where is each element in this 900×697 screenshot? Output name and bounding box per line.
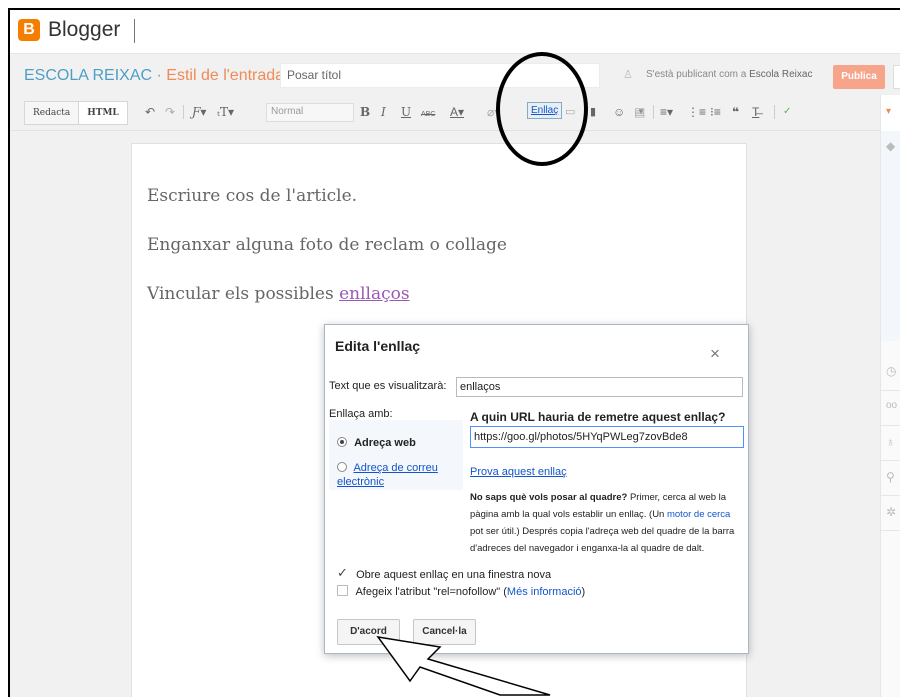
- body-paragraph-with-link: Vincular els possibles enllaços: [147, 284, 410, 304]
- label-tag-icon[interactable]: ◆: [886, 139, 895, 153]
- gear-icon[interactable]: ✲: [886, 505, 896, 519]
- help-text: No saps què vols posar al quadre? Primer…: [470, 489, 744, 557]
- post-settings-panel: ▾ ◆ ◷ oo ♁ ⚲ ✲: [880, 95, 900, 697]
- body-link[interactable]: enllaços: [339, 284, 410, 304]
- link-paragraph-text: Vincular els possibles: [147, 284, 340, 304]
- radio-button[interactable]: [337, 437, 347, 447]
- panel-divider: [881, 460, 900, 461]
- italic-icon[interactable]: I: [381, 104, 386, 120]
- blog-name-link[interactable]: ESCOLA REIXAC: [24, 67, 152, 84]
- bold-icon[interactable]: B: [360, 104, 370, 120]
- quote-icon[interactable]: ❝: [732, 104, 739, 120]
- nofollow-label: Afegeix l'atribut "rel=nofollow" (: [355, 586, 507, 598]
- post-title-bar: ESCOLA REIXAC · Estil de l'entrada Posar…: [10, 55, 900, 95]
- location-pin-icon[interactable]: ♁: [886, 435, 895, 449]
- body-paragraph: Enganxar alguna foto de reclam o collage: [147, 235, 507, 255]
- toolbar-divider: [653, 105, 654, 119]
- app-window: B Blogger ESCOLA REIXAC · Estil de l'ent…: [8, 8, 900, 697]
- text-color-icon[interactable]: A▾: [450, 104, 464, 120]
- redo-icon[interactable]: ↷: [165, 104, 175, 120]
- save-button[interactable]: [893, 65, 900, 89]
- undo-icon[interactable]: ↶: [145, 104, 155, 120]
- brand-divider: [134, 19, 135, 43]
- panel-divider: [881, 495, 900, 496]
- search-icon[interactable]: ⚲: [886, 470, 895, 484]
- panel-divider: [881, 530, 900, 531]
- help-text-part: pot ser útil.) Després copia l'adreça we…: [470, 526, 735, 554]
- highlight-circle: [496, 52, 588, 166]
- format-select-value: Normal: [271, 106, 304, 117]
- blogger-logo-icon[interactable]: B: [18, 19, 40, 41]
- format-select[interactable]: Normal ▼: [266, 103, 645, 122]
- url-input[interactable]: https://goo.gl/photos/5HYqPWLeg7zovBde8: [470, 426, 744, 448]
- person-icon: ♙: [623, 69, 633, 81]
- pointer-arrow-icon: [376, 635, 551, 696]
- search-engine-link[interactable]: motor de cerca: [667, 509, 730, 520]
- panel-divider: [881, 390, 900, 391]
- toolbar-divider: [183, 105, 184, 119]
- spellcheck-icon[interactable]: ✓: [783, 104, 791, 120]
- link-icon[interactable]: oo: [886, 400, 897, 411]
- mode-tabs: Redacta HTML: [24, 101, 128, 125]
- underline-icon[interactable]: U: [401, 104, 411, 120]
- post-edit-label: Estil de l'entrada: [166, 67, 285, 84]
- dialog-title: Edita l'enllaç: [335, 338, 421, 354]
- option-web-address[interactable]: Adreça web: [337, 437, 416, 449]
- option-email-address[interactable]: Adreça de correu electrònic: [337, 461, 457, 489]
- breadcrumb-separator: ·: [156, 67, 162, 84]
- video-icon[interactable]: ▮: [590, 104, 596, 120]
- body-paragraph: Escriure cos de l'article.: [147, 186, 358, 206]
- publishing-as-prefix: S'està publicant com a: [646, 69, 747, 80]
- nofollow-option[interactable]: Afegeix l'atribut "rel=nofollow" (Més in…: [337, 585, 585, 598]
- tab-compose[interactable]: Redacta: [24, 101, 80, 125]
- strikethrough-icon[interactable]: ABC: [421, 107, 435, 123]
- editor-toolbar: Redacta HTML ↶ ↷ Ƒ▾ ₜT▾ Normal ▼ B I U A…: [10, 95, 880, 131]
- radio-button[interactable]: [337, 462, 347, 472]
- new-window-label: Obre aquest enllaç en una finestra nova: [356, 569, 552, 581]
- new-window-checkbox[interactable]: [337, 565, 348, 581]
- url-heading: A quin URL hauria de remetre aquest enll…: [470, 410, 726, 424]
- numbered-list-icon[interactable]: ⋮≡: [687, 104, 706, 120]
- nofollow-checkbox[interactable]: [337, 585, 348, 596]
- emoji-icon[interactable]: ☺: [613, 104, 625, 120]
- test-link[interactable]: Prova aquest enllaç: [470, 466, 567, 478]
- brand-name: Blogger: [48, 18, 121, 41]
- edit-link-dialog: Edita l'enllaç × Text que es visualitzar…: [324, 324, 749, 654]
- display-text-input[interactable]: enllaços: [456, 377, 743, 397]
- font-size-icon[interactable]: ₜT▾: [217, 104, 234, 120]
- bullet-list-icon[interactable]: ⁝≡: [710, 104, 721, 120]
- jump-break-icon[interactable]: ▤: [634, 104, 645, 120]
- align-icon[interactable]: ≡▾: [660, 104, 673, 120]
- link-to-label: Enllaça amb:: [329, 408, 393, 420]
- top-bar: B Blogger: [10, 10, 900, 54]
- display-text-label: Text que es visualitzarà:: [329, 380, 447, 392]
- publishing-as-text: S'està publicant com a Escola Reixac: [646, 69, 812, 80]
- panel-section: [881, 131, 900, 341]
- publishing-as-name: Escola Reixac: [749, 69, 813, 80]
- remove-formatting-icon[interactable]: T̶: [752, 104, 759, 120]
- font-family-icon[interactable]: Ƒ▾: [192, 104, 206, 120]
- more-info-link[interactable]: Més informació: [507, 586, 582, 598]
- publish-button[interactable]: Publica: [833, 65, 885, 89]
- close-icon[interactable]: ×: [710, 344, 720, 364]
- toolbar-divider: [774, 105, 775, 119]
- option-email-label[interactable]: Adreça de correu electrònic: [337, 462, 438, 488]
- clock-icon[interactable]: ◷: [886, 364, 896, 378]
- tab-html[interactable]: HTML: [79, 101, 128, 125]
- nofollow-close: ): [581, 586, 586, 598]
- panel-divider: [881, 425, 900, 426]
- option-web-label: Adreça web: [354, 437, 416, 449]
- blog-breadcrumb: ESCOLA REIXAC · Estil de l'entrada: [24, 67, 284, 85]
- help-bold: No saps què vols posar al quadre?: [470, 492, 628, 503]
- chevron-down-icon[interactable]: ▾: [886, 106, 891, 117]
- panel-header: ▾: [881, 95, 900, 131]
- new-window-option[interactable]: Obre aquest enllaç en una finestra nova: [337, 565, 552, 581]
